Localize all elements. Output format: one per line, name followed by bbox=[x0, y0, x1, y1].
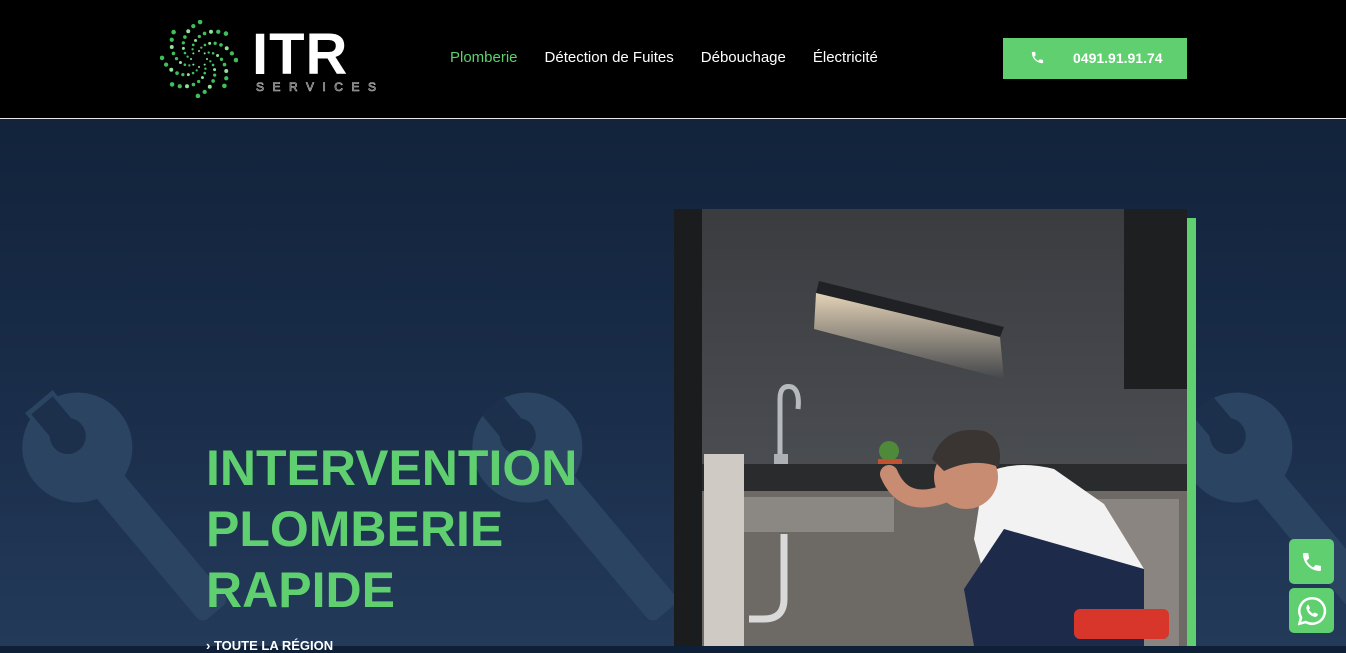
nav-item-debouchage[interactable]: Débouchage bbox=[701, 48, 786, 68]
brand-name: ITR bbox=[252, 22, 349, 87]
main-nav: Plomberie Détection de Fuites Débouchage… bbox=[450, 48, 878, 68]
whatsapp-icon bbox=[1297, 596, 1326, 626]
hero-image-block bbox=[674, 209, 1196, 646]
nav-item-plomberie[interactable]: Plomberie bbox=[450, 48, 518, 68]
floating-whatsapp-button[interactable] bbox=[1289, 588, 1334, 633]
phone-number: 0491.91.91.74 bbox=[1073, 50, 1163, 66]
plumber-photo bbox=[674, 209, 1187, 646]
hero-title: INTERVENTION PLOMBERIE RAPIDE bbox=[206, 438, 577, 621]
hero-title-line: RAPIDE bbox=[206, 562, 395, 618]
call-button[interactable]: 0491.91.91.74 bbox=[1003, 38, 1187, 79]
site-logo[interactable]: ITR SERVICES bbox=[160, 20, 376, 98]
site-header: ITR SERVICES Plomberie Détection de Fuit… bbox=[0, 0, 1346, 119]
plumber-photo-illustration bbox=[674, 209, 1187, 646]
spiral-logo-icon bbox=[160, 20, 238, 98]
hero-title-line: PLOMBERIE bbox=[206, 501, 504, 557]
phone-icon bbox=[1031, 51, 1044, 64]
brand-subtitle: SERVICES bbox=[256, 80, 385, 95]
phone-icon bbox=[1302, 552, 1321, 571]
accent-bar bbox=[1187, 218, 1196, 646]
nav-item-detection-fuites[interactable]: Détection de Fuites bbox=[545, 48, 674, 68]
nav-item-electricite[interactable]: Électricité bbox=[813, 48, 878, 68]
floating-call-button[interactable] bbox=[1289, 539, 1334, 584]
hero-title-line: INTERVENTION bbox=[206, 440, 578, 496]
